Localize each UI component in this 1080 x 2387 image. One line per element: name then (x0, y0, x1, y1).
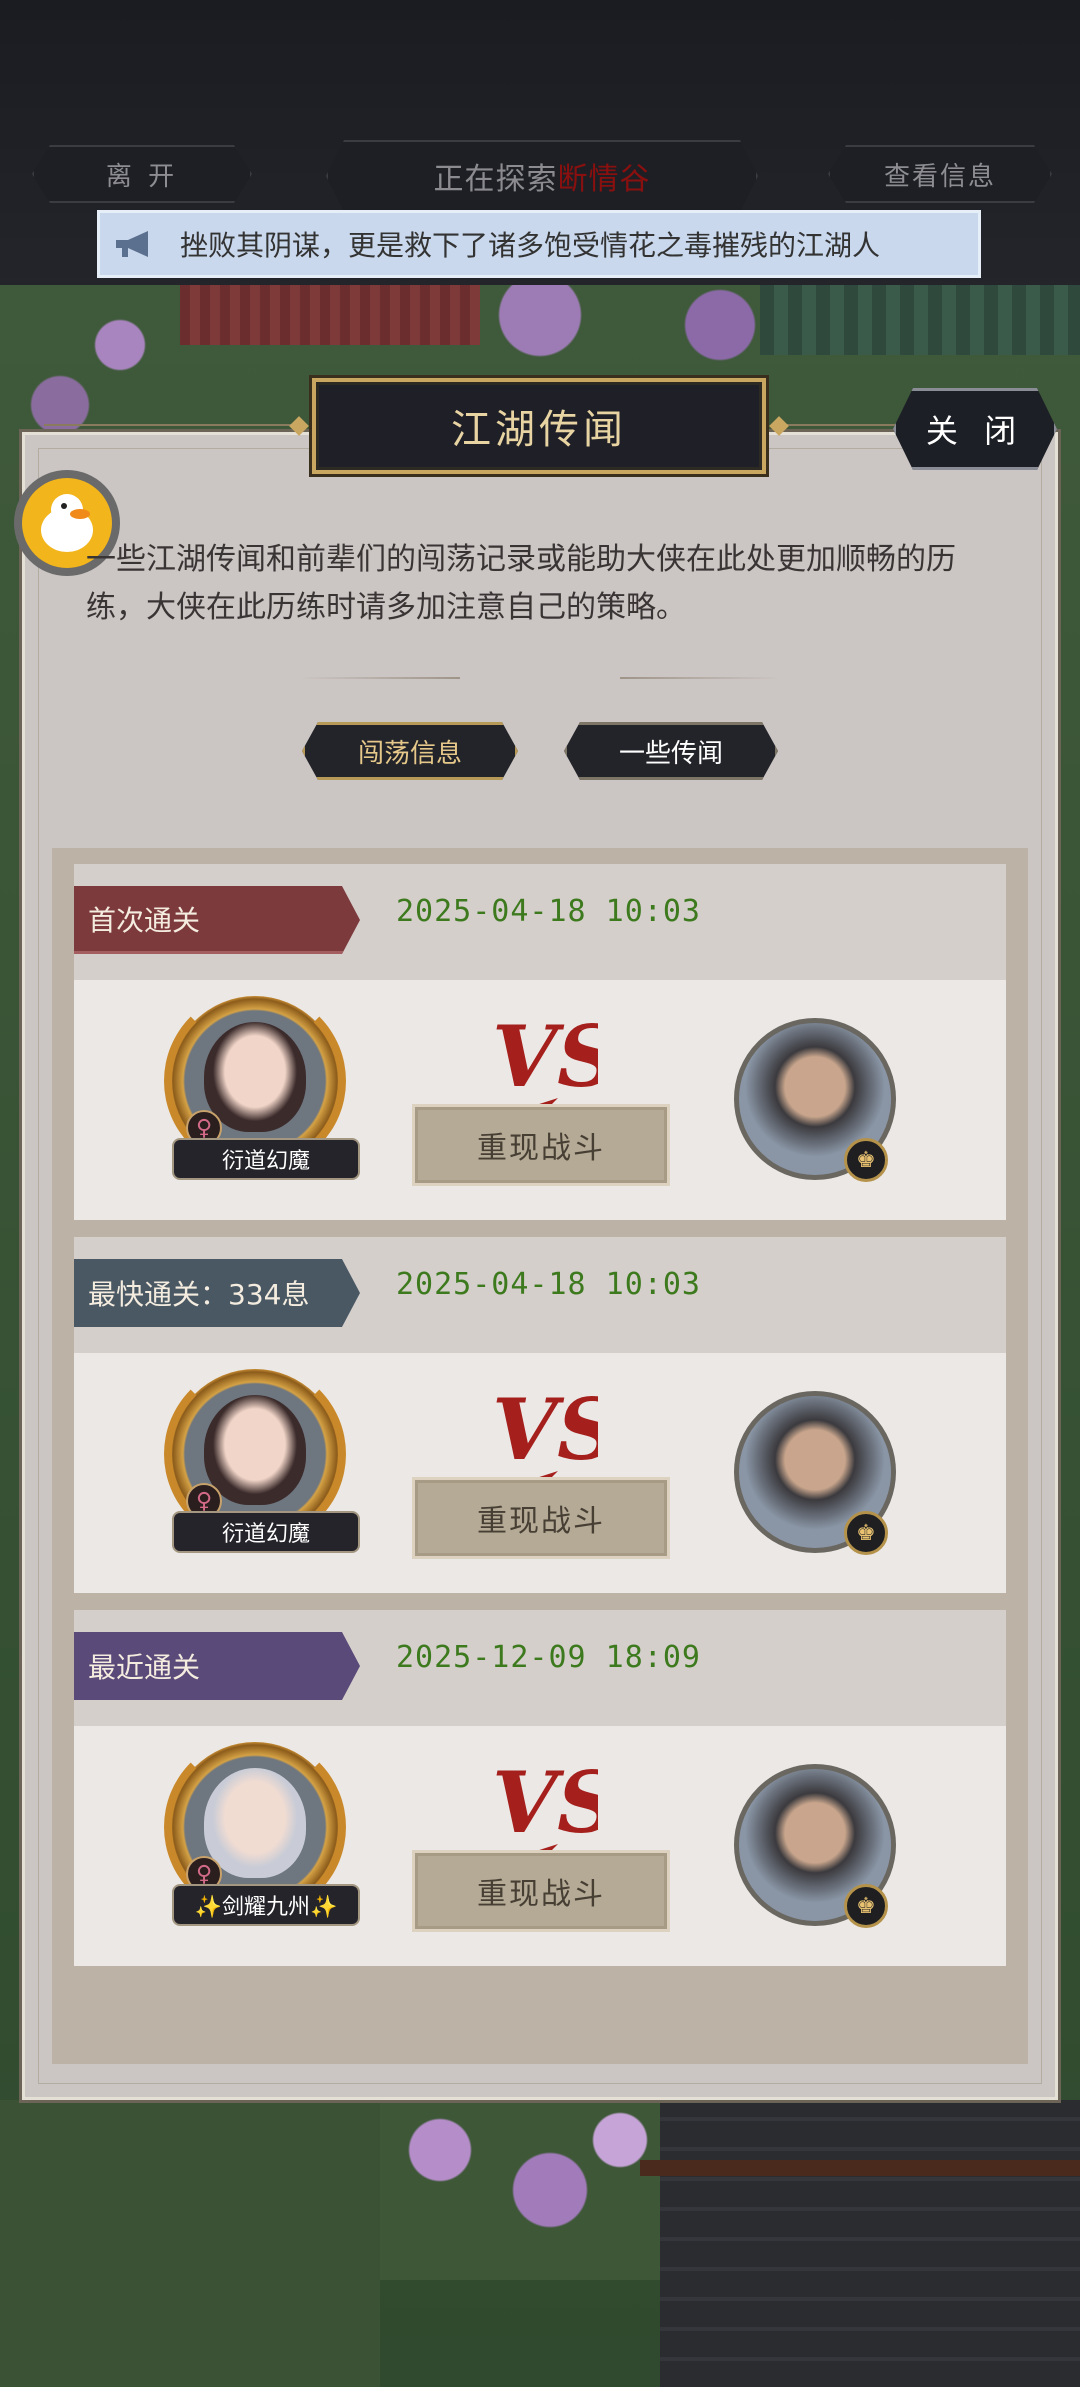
tab-rumors[interactable]: 一些传闻 (564, 722, 778, 780)
tab-adventure-info-label: 闯荡信息 (357, 738, 462, 769)
replay-battle-button[interactable]: 重现战斗 (412, 1104, 670, 1186)
exploring-location-banner: 正在探索 断情谷 (326, 140, 758, 212)
ground-left (0, 2100, 380, 2387)
wood-beam (640, 2160, 1080, 2176)
boss-rank-icon: ♚ (844, 1511, 888, 1555)
view-info-label: 查看信息 (883, 161, 996, 192)
leave-button[interactable]: 离 开 (32, 145, 252, 203)
panel-intro-text: 一些江湖传闻和前辈们的闯荡记录或能助大侠在此处更加顺畅的历练，大侠在此历练时请多… (86, 542, 956, 625)
hero-face (204, 1768, 306, 1878)
panel-title-text: 江湖传闻 (451, 407, 627, 453)
explore-prefix: 正在探索 (433, 162, 558, 197)
record-badge: 最快通关：334息 (74, 1259, 360, 1327)
megaphone-icon (116, 231, 148, 257)
close-button[interactable]: 关 闭 (893, 388, 1057, 470)
leave-label: 离 开 (105, 161, 179, 192)
scrolling-notice: 挫败其阴谋，更是救下了诸多饱受情花之毒摧残的江湖人 (97, 210, 981, 278)
replay-battle-button[interactable]: 重现战斗 (412, 1477, 670, 1559)
hero-name: 衍道幻魔 (172, 1138, 360, 1180)
vs-text: VS (492, 1753, 598, 1852)
close-label: 关 闭 (925, 412, 1025, 450)
notice-text: 挫败其阴谋，更是救下了诸多饱受情花之毒摧残的江湖人 (180, 229, 881, 262)
boss-rank-icon: ♚ (844, 1884, 888, 1928)
explore-location: 断情谷 (557, 162, 651, 197)
tab-adventure-info[interactable]: 闯荡信息 (302, 722, 518, 780)
title-rule-left (44, 424, 306, 426)
hero-face (204, 1395, 306, 1505)
divider-left (300, 677, 460, 679)
view-info-button[interactable]: 查看信息 (828, 145, 1052, 203)
roof-decoration-right (760, 285, 1080, 355)
hero-name: 衍道幻魔 (172, 1511, 360, 1553)
divider-right (620, 677, 780, 679)
replay-battle-button[interactable]: 重现战斗 (412, 1850, 670, 1932)
vs-text: VS (492, 1007, 598, 1106)
hero-name: ✨剑耀九州✨ (172, 1884, 360, 1926)
record-timestamp: 2025-12-09 18:09 (396, 1640, 701, 1675)
flower-bed (380, 2100, 660, 2280)
vs-text: VS (492, 1380, 598, 1479)
tab-rumors-label: 一些传闻 (618, 738, 723, 769)
record-card-fastest-clear: 最快通关：334息 2025-04-18 10:03 ♀ 衍道幻魔 VS 重现战… (74, 1237, 1006, 1593)
tiled-roof (660, 2100, 1080, 2387)
record-card-first-clear: 首次通关 2025-04-18 10:03 ♀ 衍道幻魔 VS 重现战斗 ♚ (74, 864, 1006, 1220)
hero-face (204, 1022, 306, 1132)
record-card-latest-clear: 最近通关 2025-12-09 18:09 ♀ ✨剑耀九州✨ VS 重现战斗 ♚ (74, 1610, 1006, 1966)
roof-decoration (180, 285, 480, 345)
panel-title: 江湖传闻 (312, 378, 766, 474)
record-timestamp: 2025-04-18 10:03 (396, 894, 701, 929)
record-timestamp: 2025-04-18 10:03 (396, 1267, 701, 1302)
boss-rank-icon: ♚ (844, 1138, 888, 1182)
record-badge: 首次通关 (74, 886, 360, 954)
record-badge: 最近通关 (74, 1632, 360, 1700)
